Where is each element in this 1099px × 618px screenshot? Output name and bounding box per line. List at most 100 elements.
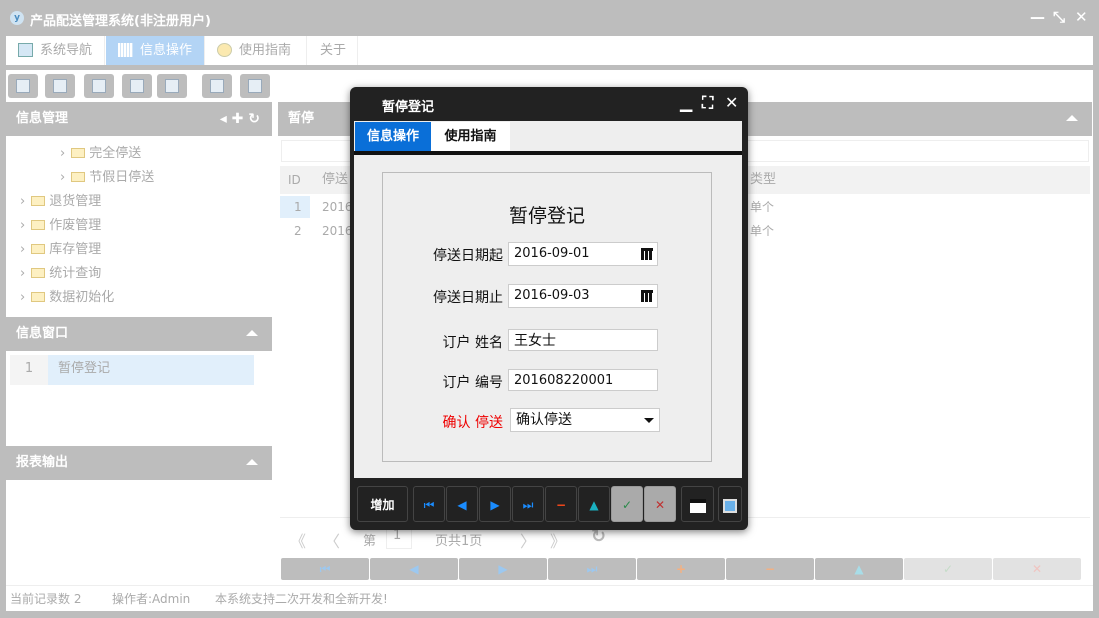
list-tool-button[interactable] (45, 74, 75, 98)
tab-label: 信息操作 (140, 43, 192, 58)
first-button[interactable]: ⏮ (413, 486, 445, 522)
page-input[interactable]: 1 (386, 527, 412, 549)
first-page-button[interactable]: 《 (290, 528, 306, 552)
folder-icon (71, 172, 85, 182)
tree-item[interactable]: ›数据初始化 (6, 286, 272, 310)
folder-icon (31, 292, 45, 302)
cell-id[interactable]: 1 (294, 195, 302, 219)
tab-label: 系统导航 (40, 43, 92, 58)
delete-button[interactable]: − (545, 486, 577, 522)
cancel-button[interactable]: ✕ (644, 486, 676, 522)
page-total: 页共1页 (435, 530, 482, 549)
preview-icon (723, 499, 737, 513)
preview-button[interactable] (718, 486, 742, 522)
window-icon (248, 79, 262, 93)
column-header[interactable]: ID (288, 168, 301, 192)
panel-tools: ◂ ✚ ↻ (220, 102, 260, 136)
prev-button[interactable]: ◀ (446, 486, 478, 522)
app-title: 产品配送管理系统(非注册用户) (30, 10, 211, 29)
tree-item[interactable]: ›库存管理 (6, 238, 272, 262)
confirm-select[interactable]: 确认停送 (510, 408, 660, 432)
end-date-input[interactable]: 2016-09-03 (508, 284, 658, 308)
subscriber-id-input[interactable]: 201608220001 (508, 369, 658, 391)
document-tool-button[interactable] (84, 74, 114, 98)
dialog-minimize-button[interactable]: ▁ (680, 93, 692, 112)
tab-about[interactable]: 关于 (307, 36, 358, 65)
tree-label: 完全停送 (89, 146, 141, 161)
restore-button[interactable]: ⤡ (1053, 8, 1065, 26)
panel-title: 暂停 (288, 111, 314, 126)
cell-type[interactable]: 单个 (750, 195, 774, 219)
prev-page-button[interactable]: 〈 (324, 528, 340, 552)
tab-guide[interactable]: 使用指南 (205, 36, 307, 65)
report-header[interactable]: 报表输出 (6, 446, 272, 480)
dialog-tab-info-ops[interactable]: 信息操作 (355, 122, 431, 151)
monitor-icon (18, 43, 33, 57)
cell-type[interactable]: 单个 (750, 219, 774, 243)
first-record-button[interactable]: ⏮ (281, 558, 369, 580)
tree-label: 数据初始化 (49, 290, 114, 305)
print-button[interactable] (681, 486, 714, 522)
field-label: 停送日期止 (383, 287, 503, 307)
calendar-icon[interactable] (641, 248, 653, 260)
info-mgmt-panel: 信息管理 ◂ ✚ ↻ ›完全停送 ›节假日停送 ›退货管理 ›作废管理 ›库存管… (6, 102, 272, 310)
folder-icon (31, 268, 45, 278)
folder-icon (31, 196, 45, 206)
collapse-icon[interactable] (246, 330, 258, 336)
tab-info-ops[interactable]: 信息操作 (106, 36, 205, 65)
subscriber-name-input[interactable]: 王女士 (508, 329, 658, 351)
add-icon[interactable]: ✚ (232, 111, 244, 127)
dialog-title: 暂停登记 (382, 96, 434, 115)
document-icon (92, 79, 106, 93)
tab-system-nav[interactable]: 系统导航 (6, 36, 105, 65)
delete-record-button[interactable]: − (726, 558, 814, 580)
suspend-dialog: 暂停登记 ▁ ⛶ ✕ 信息操作 使用指南 暂停登记 停送日期起 2016-09-… (350, 87, 748, 530)
info-window-header[interactable]: 信息窗口 (6, 317, 272, 351)
panel-title: 信息窗口 (16, 326, 68, 341)
cell-date[interactable]: 2016 (322, 195, 353, 219)
last-page-button[interactable]: 》 (550, 528, 566, 552)
cell-date[interactable]: 2016 (322, 219, 353, 243)
cell-id[interactable]: 2 (294, 219, 302, 243)
next-record-button[interactable]: ▶ (459, 558, 547, 580)
next-page-button[interactable]: 〉 (520, 528, 536, 552)
up-button[interactable]: ▲ (578, 486, 610, 522)
tree-item[interactable]: ›节假日停送 (6, 166, 272, 190)
close-button[interactable]: ✕ (1075, 8, 1088, 26)
confirm-button[interactable]: ✓ (611, 486, 643, 522)
collapse-left-icon[interactable]: ◂ (220, 111, 227, 127)
tree-item[interactable]: ›统计查询 (6, 262, 272, 286)
column-header[interactable]: 类型 (750, 168, 776, 192)
dialog-close-button[interactable]: ✕ (725, 93, 738, 112)
next-button[interactable]: ▶ (479, 486, 511, 522)
confirm-button[interactable]: ✓ (904, 558, 992, 580)
prev-record-button[interactable]: ◀ (370, 558, 458, 580)
column-header[interactable]: 停送 (322, 168, 348, 192)
dialog-maximize-button[interactable]: ⛶ (702, 93, 713, 113)
list-item[interactable]: 1 暂停登记 (10, 355, 254, 385)
start-date-input[interactable]: 2016-09-01 (508, 242, 658, 266)
tab-label: 关于 (320, 43, 346, 58)
user-tool-button[interactable] (122, 74, 152, 98)
export-tool-button[interactable] (202, 74, 232, 98)
search-tool-button[interactable] (8, 74, 38, 98)
add-record-button[interactable]: + (637, 558, 725, 580)
tree-item[interactable]: ›退货管理 (6, 190, 272, 214)
collapse-icon[interactable] (246, 459, 258, 465)
dialog-tab-guide[interactable]: 使用指南 (431, 122, 510, 151)
calendar-icon[interactable] (641, 290, 653, 302)
up-button[interactable]: ▲ (815, 558, 903, 580)
tree-item[interactable]: ›完全停送 (6, 142, 272, 166)
cancel-button[interactable]: ✕ (993, 558, 1081, 580)
minimize-button[interactable]: — (1030, 8, 1045, 26)
collapse-icon[interactable] (1066, 115, 1078, 121)
last-record-button[interactable]: ⏭ (548, 558, 636, 580)
tree-item[interactable]: ›作废管理 (6, 214, 272, 238)
last-button[interactable]: ⏭ (512, 486, 544, 522)
refresh-icon[interactable]: ↻ (248, 111, 260, 127)
add-button[interactable]: 增加 (357, 486, 408, 522)
field-label: 停送日期起 (383, 245, 503, 265)
window-tool-button[interactable] (240, 74, 270, 98)
screen-tool-button[interactable] (157, 74, 187, 98)
record-count: 当前记录数 2 (10, 590, 81, 607)
